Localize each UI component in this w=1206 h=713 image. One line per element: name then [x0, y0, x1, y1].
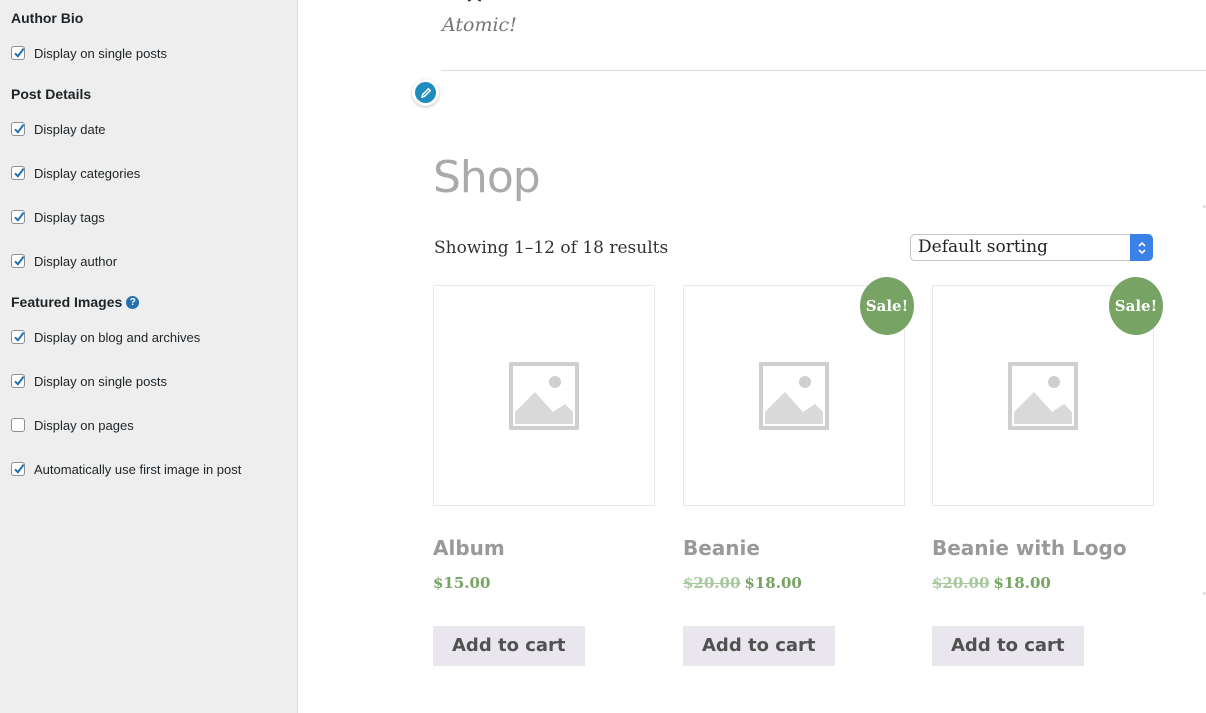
checkbox[interactable] — [11, 166, 25, 180]
section-title-post-details: Post Details — [11, 86, 92, 102]
option-label: Display on single posts — [34, 45, 167, 61]
section-title-text: Featured Images — [11, 294, 123, 310]
current-price: $18.00 — [744, 574, 802, 592]
product-image-placeholder[interactable] — [433, 285, 655, 506]
product-price: $15.00 — [433, 574, 490, 592]
section-title-author-bio: Author Bio — [11, 10, 84, 26]
checkbox[interactable] — [11, 46, 25, 60]
checkbox[interactable] — [11, 122, 25, 136]
checkmark-icon — [14, 332, 25, 342]
help-icon[interactable]: ? — [126, 296, 140, 309]
checkbox[interactable] — [11, 374, 25, 388]
checkbox-author-bio-single-posts[interactable]: Display on single posts — [11, 44, 167, 62]
checkmark-icon — [14, 48, 25, 58]
pencil-icon — [415, 82, 436, 103]
checkbox-display-tags[interactable]: Display tags — [11, 208, 105, 226]
checkbox-featured-single-posts[interactable]: Display on single posts — [11, 372, 167, 390]
section-title-featured-images: Featured Images? — [11, 294, 140, 310]
product-title[interactable]: Beanie with Logo — [932, 536, 1127, 560]
option-label: Display author — [34, 253, 118, 269]
old-price: $20.00 — [932, 574, 990, 592]
sorting-selected-value: Default sorting — [918, 237, 1048, 257]
old-price: $20.00 — [683, 574, 741, 592]
current-price: $18.00 — [993, 574, 1051, 592]
result-count: Showing 1–12 of 18 results — [434, 238, 669, 258]
checkmark-icon — [14, 464, 25, 474]
checkbox[interactable] — [11, 418, 25, 432]
option-label: Display date — [34, 121, 106, 137]
select-arrows-icon — [1130, 234, 1153, 261]
checkmark-icon — [14, 124, 25, 134]
image-placeholder-icon — [1008, 361, 1078, 430]
image-placeholder-icon — [759, 361, 829, 430]
add-to-cart-button[interactable]: Add to cart — [932, 626, 1084, 666]
page-title: Shop — [433, 152, 541, 203]
checkbox[interactable] — [11, 330, 25, 344]
current-price: $15.00 — [433, 574, 491, 592]
option-label: Display on pages — [34, 417, 134, 433]
sale-badge: Sale! — [860, 277, 914, 335]
option-label: Display on single posts — [34, 373, 167, 389]
checkbox-display-categories[interactable]: Display categories — [11, 164, 140, 182]
add-to-cart-button[interactable]: Add to cart — [433, 626, 585, 666]
edit-shortcut-button[interactable] — [412, 79, 439, 106]
checkmark-icon — [14, 168, 25, 178]
option-label: Display on blog and archives — [34, 329, 201, 345]
checkmark-icon — [14, 376, 25, 386]
product-title[interactable]: Album — [433, 536, 505, 560]
product-price: $20.00 $18.00 — [932, 574, 1051, 592]
checkbox-display-date[interactable]: Display date — [11, 120, 106, 138]
site-title-fragment — [462, 0, 492, 2]
checkbox-featured-pages[interactable]: Display on pages — [11, 416, 134, 434]
option-label: Automatically use first image in post — [34, 461, 242, 477]
customizer-sidebar: Author Bio Display on single posts Post … — [0, 0, 298, 713]
sale-badge: Sale! — [1109, 277, 1163, 335]
header-divider — [441, 70, 1206, 71]
product-price: $20.00 $18.00 — [683, 574, 802, 592]
checkbox[interactable] — [11, 254, 25, 268]
product-title[interactable]: Beanie — [683, 536, 760, 560]
checkbox[interactable] — [11, 210, 25, 224]
checkbox-display-author[interactable]: Display author — [11, 252, 117, 270]
add-to-cart-button[interactable]: Add to cart — [683, 626, 835, 666]
site-tagline: Atomic! — [442, 14, 517, 36]
option-label: Display tags — [34, 209, 105, 225]
checkbox-featured-first-image[interactable]: Automatically use first image in post — [11, 460, 241, 478]
checkbox[interactable] — [11, 462, 25, 476]
checkmark-icon — [14, 256, 25, 266]
option-label: Display categories — [34, 165, 141, 181]
checkmark-icon — [14, 212, 25, 222]
sorting-select[interactable]: Default sorting — [910, 234, 1153, 261]
checkbox-featured-blog-archives[interactable]: Display on blog and archives — [11, 328, 200, 346]
image-placeholder-icon — [509, 361, 579, 430]
